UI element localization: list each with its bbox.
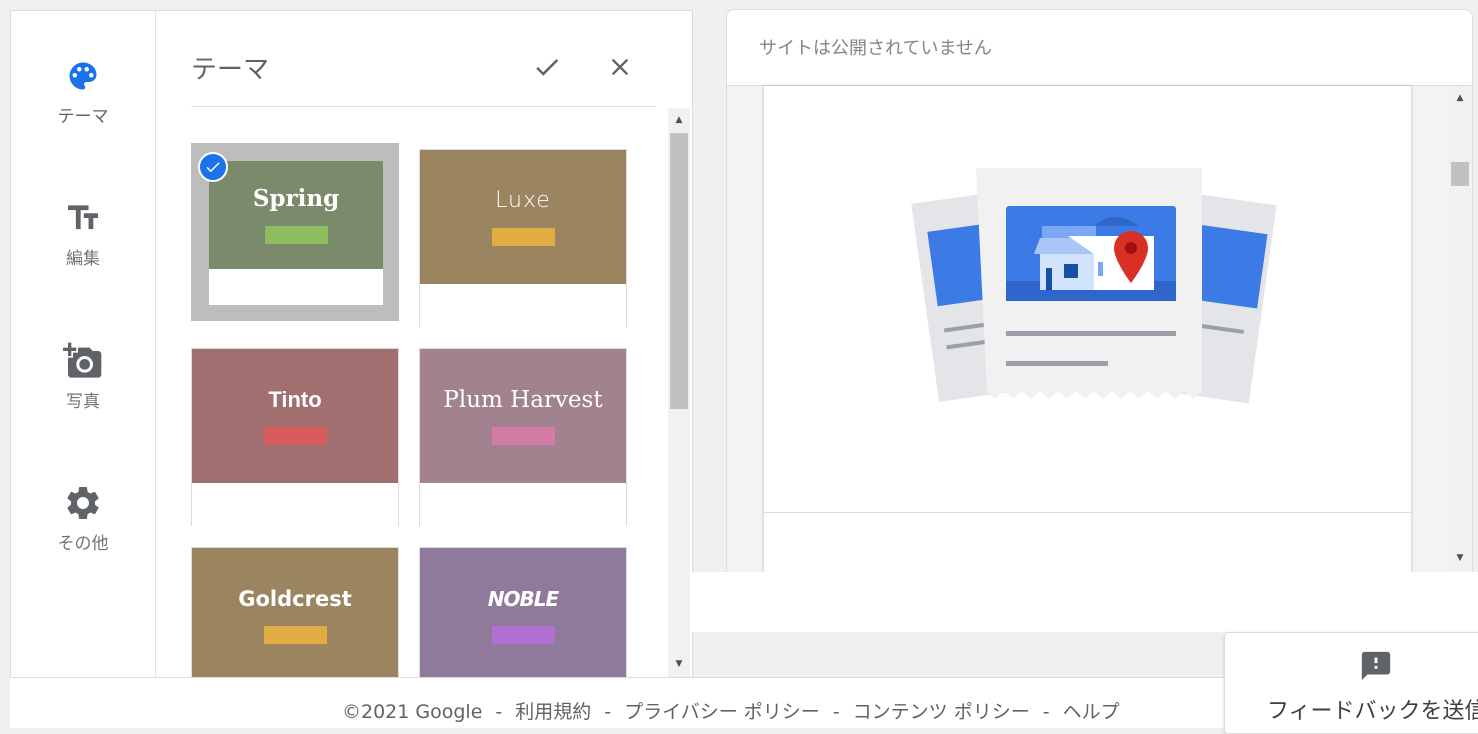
close-icon: [611, 58, 629, 76]
nav-item-label: その他: [57, 534, 109, 554]
footer: ©2021 Google - 利用規約 - プライバシー ポリシー - コンテンツ ポリシー…: [10, 677, 1230, 728]
nav-item-theme[interactable]: テーマ: [11, 56, 155, 166]
publish-status-text: サイトは公開されていません: [759, 38, 992, 59]
close-button[interactable]: [600, 47, 640, 87]
gear-icon: [63, 483, 103, 523]
preview-canvas: ▲ ▼: [727, 86, 1472, 572]
theme-list-scrollbar[interactable]: ▲ ▼: [668, 108, 690, 678]
placeholder-illustration: [911, 168, 1277, 404]
theme-card-goldcrest[interactable]: Goldcrest: [191, 547, 399, 678]
theme-card-noble[interactable]: NOBLE: [419, 547, 627, 678]
nav-rail: テーマ 編集 写真 その他: [11, 11, 156, 678]
header-divider: [191, 106, 656, 107]
site-preview-panel: サイトは公開されていません ▲ ▼: [726, 9, 1473, 573]
nav-item-edit[interactable]: 編集: [11, 198, 155, 308]
scroll-up-arrow-icon[interactable]: ▲: [1449, 90, 1471, 106]
footer-links: ©2021 Google - 利用規約 - プライバシー ポリシー - コンテンツ ポリシー…: [342, 701, 1120, 723]
preview-page: [764, 86, 1411, 572]
feedback-label: フィードバックを送信: [1267, 699, 1478, 724]
theme-accent-bar: [491, 626, 555, 644]
theme-card-plum-harvest[interactable]: Plum Harvest: [419, 348, 627, 527]
theme-accent-bar: [263, 626, 327, 644]
theme-card-tinto[interactable]: Tinto: [191, 348, 399, 527]
theme-accent-bar: [491, 228, 555, 246]
theme-card-spring[interactable]: Spring: [191, 143, 399, 321]
theme-name: Spring: [252, 185, 340, 212]
preview-divider: [764, 512, 1411, 513]
theme-swatch: Goldcrest: [192, 548, 398, 678]
theme-swatch: Luxe: [420, 150, 626, 284]
scrollbar-thumb[interactable]: [670, 133, 688, 409]
theme-accent-bar: [263, 427, 327, 445]
content-policy-link[interactable]: コンテンツ ポリシー: [853, 701, 1030, 723]
scroll-up-arrow-icon[interactable]: ▲: [668, 112, 690, 128]
theme-grid: Spring Luxe Tinto Plum Harvest Goldcrest…: [191, 143, 657, 678]
theme-accent-bar: [491, 427, 555, 445]
privacy-policy-link[interactable]: プライバシー ポリシー: [624, 701, 820, 723]
theme-accent-bar: [264, 226, 328, 244]
panel-title: テーマ: [191, 55, 270, 85]
theme-swatch: Spring: [209, 161, 383, 269]
scroll-down-arrow-icon[interactable]: ▼: [668, 656, 690, 672]
theme-name: Goldcrest: [238, 587, 352, 611]
editor-panel: テーマ 編集 写真 その他 テーマ Spring Luxe Tinto Plum…: [10, 10, 693, 678]
nav-item-photos[interactable]: 写真: [11, 341, 155, 451]
theme-swatch: Tinto: [192, 349, 398, 483]
terms-link[interactable]: 利用規約: [515, 701, 591, 723]
preview-scrollbar[interactable]: ▲ ▼: [1449, 86, 1471, 572]
theme-swatch: NOBLE: [420, 548, 626, 678]
theme-card-luxe[interactable]: Luxe: [419, 149, 627, 328]
copyright-text: ©2021 Google: [342, 701, 483, 723]
confirm-button[interactable]: [527, 47, 567, 87]
nav-item-other[interactable]: その他: [11, 483, 155, 593]
check-icon: [536, 58, 559, 76]
nav-item-label: テーマ: [57, 107, 109, 127]
preview-header: サイトは公開されていません: [727, 10, 1472, 86]
scrollbar-thumb[interactable]: [1451, 162, 1469, 186]
send-feedback-button[interactable]: フィードバックを送信: [1224, 632, 1478, 734]
nav-item-label: 編集: [66, 249, 100, 269]
feedback-icon: [1359, 649, 1393, 687]
theme-name: NOBLE: [487, 587, 559, 611]
nav-item-label: 写真: [66, 392, 100, 412]
add-photo-icon: [63, 341, 103, 381]
theme-name: Luxe: [495, 188, 551, 213]
text-format-icon: [63, 198, 103, 238]
help-link[interactable]: ヘルプ: [1063, 701, 1120, 723]
theme-swatch: Plum Harvest: [420, 349, 626, 483]
theme-name: Plum Harvest: [443, 387, 603, 413]
theme-name: Tinto: [268, 387, 322, 412]
selected-check-icon: [198, 152, 228, 182]
palette-icon: [63, 56, 103, 96]
scroll-down-arrow-icon[interactable]: ▼: [1449, 550, 1471, 566]
